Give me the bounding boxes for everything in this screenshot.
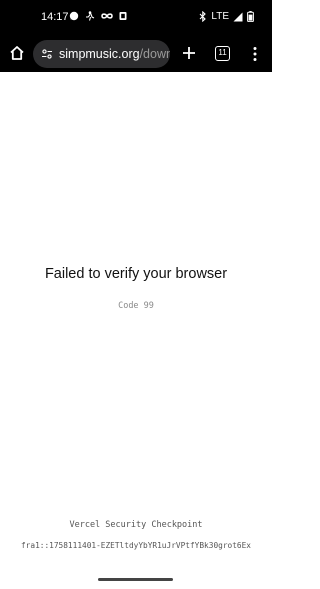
- more-menu-icon[interactable]: [249, 45, 261, 63]
- bluetooth-icon: [200, 11, 207, 22]
- notification-icons: [69, 11, 128, 21]
- battery-icon: [247, 11, 254, 22]
- square-app-icon: [119, 12, 127, 20]
- address-bar[interactable]: simpmusic.org/downl: [33, 40, 170, 68]
- home-icon[interactable]: [8, 44, 26, 62]
- error-code: Code 99: [118, 301, 154, 311]
- system-icons: LTE: [199, 11, 254, 22]
- cell-signal-icon: [233, 12, 243, 21]
- chat-bubble-icon: [69, 11, 79, 21]
- url-domain: simpmusic.org: [59, 47, 140, 61]
- status-bar: 14:17 LTE: [0, 0, 272, 36]
- footer-title: Vercel Security Checkpoint: [69, 520, 203, 530]
- browser-toolbar: simpmusic.org/downl 11: [0, 36, 272, 72]
- new-tab-icon[interactable]: [180, 44, 198, 62]
- request-id: fra1::1758111401-EZETltdyYbYR1uJrVPtfYBk…: [20, 541, 251, 550]
- network-type: LTE: [211, 11, 229, 22]
- running-person-icon: [86, 11, 95, 21]
- tab-switcher-button[interactable]: 11: [215, 46, 230, 61]
- page-title: Failed to verify your browser: [44, 266, 228, 282]
- gesture-navigation-bar[interactable]: [98, 578, 173, 581]
- infinity-icon: [101, 13, 113, 19]
- site-settings-icon[interactable]: [41, 48, 53, 60]
- url-text[interactable]: simpmusic.org/downl: [59, 47, 170, 61]
- status-time: 14:17: [41, 11, 69, 23]
- url-path: /downl: [139, 47, 170, 61]
